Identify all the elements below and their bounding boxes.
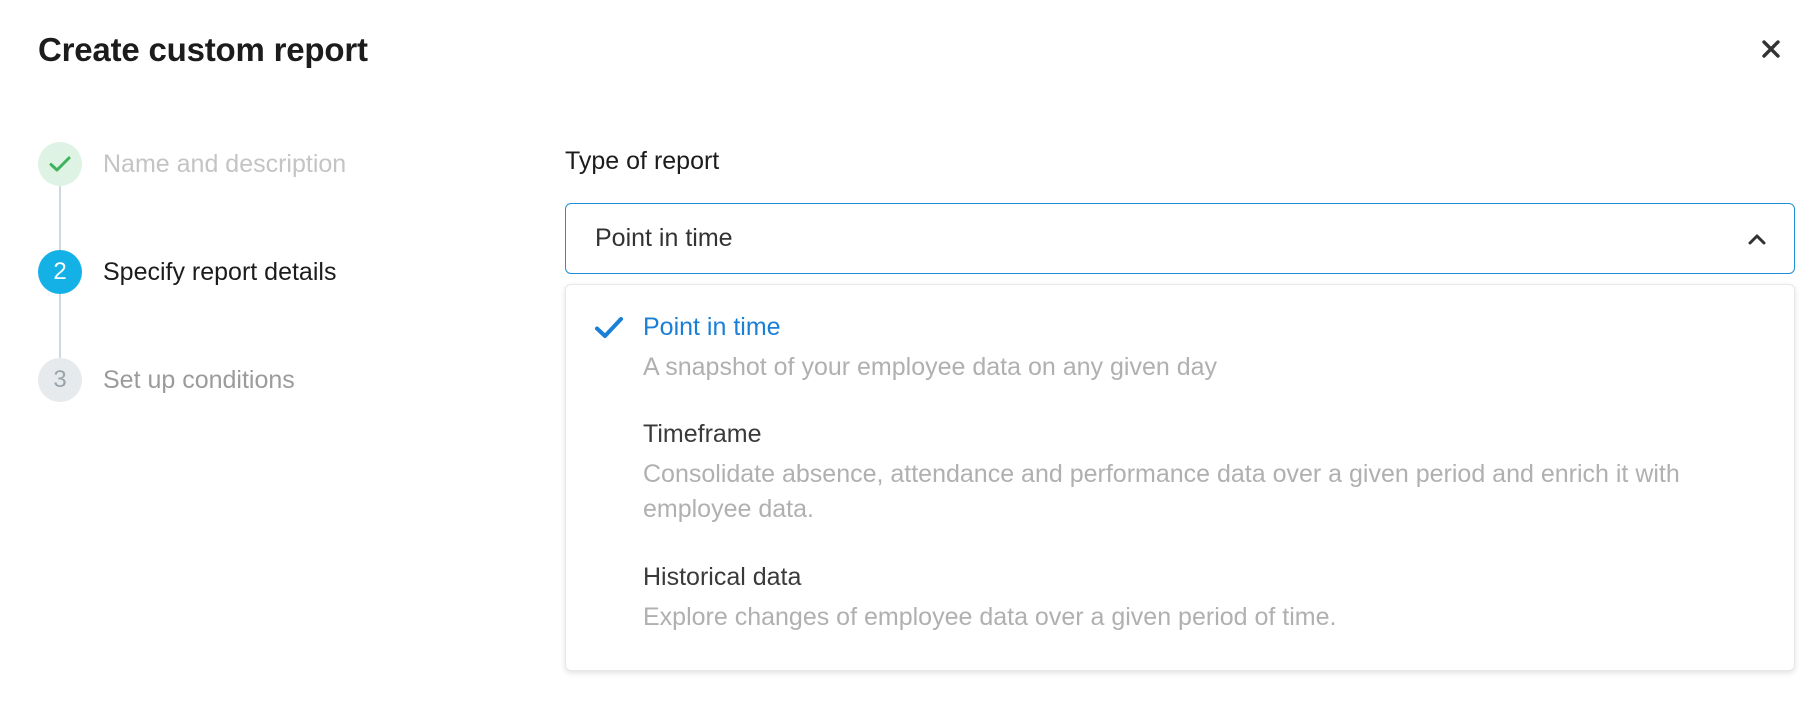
- select-value: Point in time: [595, 224, 733, 252]
- option-title: Historical data: [643, 563, 802, 591]
- option-description: Explore changes of employee data over a …: [643, 603, 1337, 631]
- step-label: Set up conditions: [103, 366, 295, 394]
- option-timeframe[interactable]: Timeframe Consolidate absence, attendanc…: [566, 391, 1794, 535]
- step-completed-indicator: [38, 142, 82, 186]
- type-of-report-label: Type of report: [565, 147, 720, 175]
- step-label: Specify report details: [103, 258, 337, 286]
- option-description: A snapshot of your employee data on any …: [643, 353, 1217, 381]
- option-title: Timeframe: [643, 420, 762, 448]
- checkmark-icon: [595, 317, 623, 338]
- step-number: 2: [38, 250, 82, 294]
- chevron-up-icon: [1746, 228, 1768, 250]
- close-icon: [1762, 40, 1780, 58]
- check-icon: [49, 156, 71, 172]
- step-label: Name and description: [103, 150, 347, 178]
- step-number: 3: [38, 358, 82, 402]
- close-button[interactable]: [1756, 34, 1786, 64]
- dialog-title: Create custom report: [38, 31, 368, 68]
- option-historical-data[interactable]: Historical data Explore changes of emplo…: [566, 535, 1794, 672]
- create-report-dialog: Create custom report Name and descriptio…: [0, 0, 1818, 704]
- report-type-dropdown: Point in time A snapshot of your employe…: [565, 284, 1795, 671]
- step-name-and-description[interactable]: Name and description: [38, 142, 346, 186]
- step-specify-report-details[interactable]: 2 Specify report details: [38, 250, 336, 294]
- option-description: Consolidate absence, attendance and perf…: [643, 460, 1680, 523]
- option-point-in-time[interactable]: Point in time A snapshot of your employe…: [566, 285, 1794, 391]
- option-title: Point in time: [643, 313, 781, 341]
- step-connector: [59, 294, 61, 358]
- step-set-up-conditions[interactable]: 3 Set up conditions: [38, 358, 295, 402]
- step-connector: [59, 186, 61, 250]
- report-type-select[interactable]: Point in time: [565, 203, 1795, 274]
